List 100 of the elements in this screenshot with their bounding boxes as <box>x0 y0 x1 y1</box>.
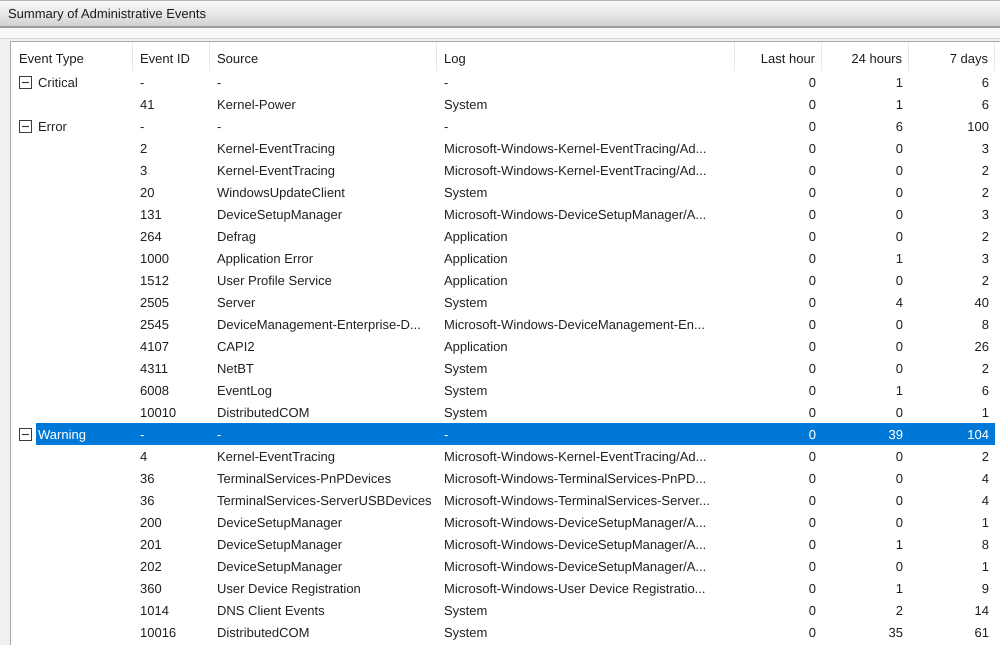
table-row[interactable]: 20 WindowsUpdateClient System 0 0 2 <box>36 181 995 203</box>
table-cell: 264 <box>140 228 162 244</box>
table-cell: 1000 <box>140 250 169 266</box>
table-cell: 0 <box>808 74 816 90</box>
column-header[interactable]: Event ID <box>133 42 210 71</box>
column-header[interactable]: Event Type <box>11 42 133 71</box>
table-cell: Microsoft-Windows-DeviceSetupManager/A... <box>444 536 706 552</box>
table-row[interactable]: Warning - - - 0 39 104 <box>36 423 995 445</box>
table-row[interactable]: 36 TerminalServices-PnPDevices Microsoft-Windows-TerminalServices-PnPD... 0 0 4 <box>36 467 995 489</box>
column-header[interactable]: 7 days <box>909 42 995 71</box>
table-cell: 10016 <box>140 624 176 640</box>
table-cell: Microsoft-Windows-Kernel-EventTracing/Ad... <box>444 162 706 178</box>
table-cell: 0 <box>808 580 816 596</box>
table-cell: Critical <box>38 74 78 90</box>
table-row[interactable]: 4107 CAPI2 Application 0 0 26 <box>36 335 995 357</box>
minus-box-icon[interactable] <box>19 428 32 440</box>
column-header[interactable]: Last hour <box>735 42 822 71</box>
table-cell: 0 <box>808 294 816 310</box>
table-cell: Application <box>444 250 508 266</box>
table-cell: 0 <box>808 426 816 442</box>
table-cell: - <box>217 74 222 90</box>
table-row[interactable]: 36 TerminalServices-ServerUSBDevices Microsoft-Windows-TerminalServices-Server... 0 0 4 <box>36 489 995 511</box>
table-row[interactable]: Critical - - - 0 1 6 <box>36 71 995 93</box>
table-cell: 0 <box>896 448 903 464</box>
table-cell: 0 <box>808 140 816 156</box>
column-header[interactable]: Source <box>210 42 437 71</box>
table-cell: 61 <box>974 624 989 640</box>
table-cell: 0 <box>808 514 816 530</box>
table-row[interactable]: 2545 DeviceManagement-Enterprise-D... Microsoft-Windows-DeviceManagement-En... 0 0 8 <box>36 313 995 335</box>
table-row[interactable]: 4311 NetBT System 0 0 2 <box>36 357 995 379</box>
table-row[interactable]: 200 DeviceSetupManager Microsoft-Windows-DeviceSetupManager/A... 0 0 1 <box>36 511 995 533</box>
table-cell: 3 <box>140 162 148 178</box>
table-cell: Kernel-EventTracing <box>217 448 336 464</box>
table-cell: 6 <box>896 118 903 134</box>
minus-box-icon[interactable] <box>19 76 32 88</box>
table-cell: 4 <box>140 448 148 464</box>
table-row[interactable]: 264 Defrag Application 0 0 2 <box>36 225 995 247</box>
table-cell: Error <box>38 118 67 134</box>
table-cell: Defrag <box>217 228 256 244</box>
table-row[interactable]: 2 Kernel-EventTracing Microsoft-Windows-Kernel-EventTracing/Ad... 0 0 3 <box>36 137 995 159</box>
table-cell: 131 <box>140 206 162 222</box>
column-header[interactable]: 24 hours <box>822 42 909 71</box>
table-cell: 202 <box>140 558 162 574</box>
table-cell: 2545 <box>140 316 169 332</box>
table-row[interactable]: 10016 DistributedCOM System 0 35 61 <box>36 621 995 643</box>
table-cell: 0 <box>896 316 903 332</box>
table-cell: 1 <box>896 74 903 90</box>
table-row[interactable]: 202 DeviceSetupManager Microsoft-Windows-DeviceSetupManager/A... 0 0 1 <box>36 555 995 577</box>
table-cell: TerminalServices-PnPDevices <box>217 470 392 486</box>
table-row[interactable]: 201 DeviceSetupManager Microsoft-Windows-DeviceSetupManager/A... 0 1 8 <box>36 533 995 555</box>
table-cell: Server <box>217 294 256 310</box>
table-cell: User Profile Service <box>217 272 332 288</box>
table-cell: System <box>444 404 488 420</box>
table-cell: CAPI2 <box>217 338 255 354</box>
table-cell: 0 <box>896 404 903 420</box>
table-row[interactable]: 1000 Application Error Application 0 1 3 <box>36 247 995 269</box>
table-row[interactable]: 6008 EventLog System 0 1 6 <box>36 379 995 401</box>
table-row[interactable]: 360 User Device Registration Microsoft-Windows-User Device Registratio... 0 1 9 <box>36 577 995 599</box>
table-row[interactable]: 1014 DNS Client Events System 0 2 14 <box>36 599 995 621</box>
table-cell: 6008 <box>140 382 169 398</box>
table-cell: 10010 <box>140 404 176 420</box>
table-row[interactable]: Error - - - 0 6 100 <box>36 115 995 137</box>
table-cell: 0 <box>896 140 903 156</box>
table-cell: System <box>444 184 488 200</box>
table-row[interactable]: 131 DeviceSetupManager Microsoft-Windows-DeviceSetupManager/A... 0 0 3 <box>36 203 995 225</box>
table-cell: - <box>444 74 448 90</box>
table-row[interactable]: 2505 Server System 0 4 40 <box>36 291 995 313</box>
table-cell: 4311 <box>140 360 168 376</box>
column-header[interactable]: Log <box>437 42 735 71</box>
table-cell: 6 <box>982 96 989 112</box>
table-cell: 39 <box>888 426 903 442</box>
table-cell: 4107 <box>140 338 169 354</box>
table-cell: Microsoft-Windows-Kernel-EventTracing/Ad... <box>444 448 706 464</box>
table-cell: DeviceManagement-Enterprise-D... <box>217 316 421 332</box>
table-cell: 0 <box>808 536 816 552</box>
table-cell: - <box>217 426 222 442</box>
table-cell: Microsoft-Windows-TerminalServices-Server... <box>444 492 710 508</box>
table-row[interactable]: 1512 User Profile Service Application 0 0 2 <box>36 269 995 291</box>
table-cell: 1512 <box>140 272 169 288</box>
table-cell: Application <box>444 272 508 288</box>
table-cell: - <box>444 426 448 442</box>
table-row[interactable]: 4 Kernel-EventTracing Microsoft-Windows-Kernel-EventTracing/Ad... 0 0 2 <box>36 445 995 467</box>
table-row[interactable]: 41 Kernel-Power System 0 1 6 <box>36 93 995 115</box>
table-cell: 0 <box>808 272 816 288</box>
table-row[interactable]: 3 Kernel-EventTracing Microsoft-Windows-Kernel-EventTracing/Ad... 0 0 2 <box>36 159 995 181</box>
table-cell: 8 <box>982 316 989 332</box>
table-cell: 1 <box>982 404 989 420</box>
table-cell: 1 <box>896 536 903 552</box>
table-cell: 0 <box>896 360 903 376</box>
table-cell: DNS Client Events <box>217 602 325 618</box>
table-cell: System <box>444 382 488 398</box>
table-cell: 1 <box>896 382 903 398</box>
table-cell: Application Error <box>217 250 314 266</box>
table-cell: 0 <box>808 448 816 464</box>
table-row[interactable]: 10010 DistributedCOM System 0 0 1 <box>36 401 995 423</box>
table-cell: 2 <box>982 360 989 376</box>
minus-box-icon[interactable] <box>19 120 32 132</box>
table-cell: - <box>444 118 448 134</box>
table-cell: Kernel-EventTracing <box>217 140 336 156</box>
table-cell: - <box>140 426 144 442</box>
